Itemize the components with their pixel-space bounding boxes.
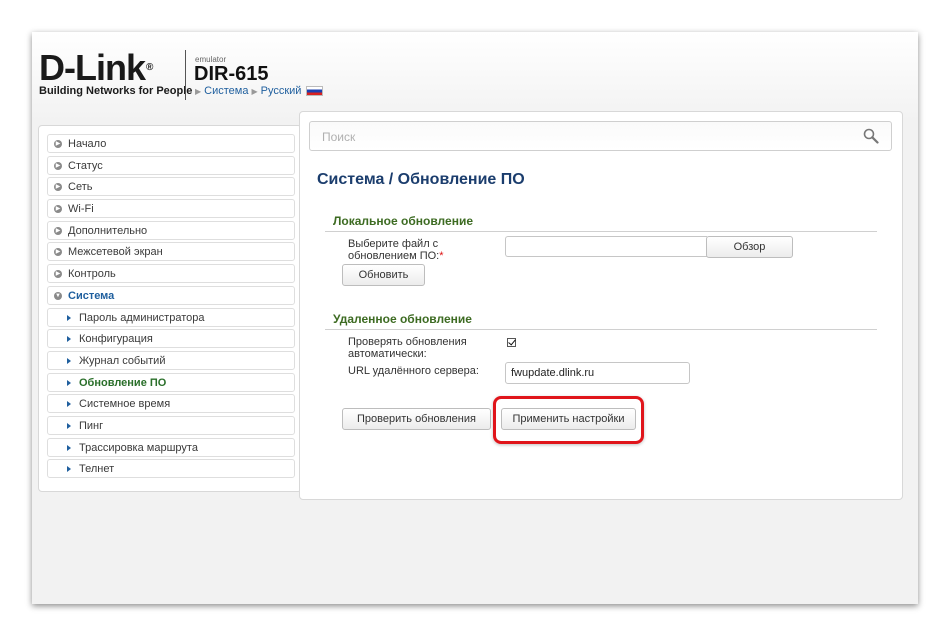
sidebar-item-13[interactable]: Пинг xyxy=(47,415,295,435)
sidebar-item-label: Пинг xyxy=(79,419,104,432)
expand-icon: ▶ xyxy=(54,161,62,170)
sidebar-item-3[interactable]: ▶ Wi-Fi xyxy=(47,199,295,219)
arrow-right-icon xyxy=(67,444,71,451)
sidebar-item-5[interactable]: ▶ Межсетевой экран xyxy=(47,242,295,262)
breadcrumb-system-link[interactable]: Система xyxy=(204,85,248,97)
logo-tagline: Building Networks for People xyxy=(39,85,193,97)
auto-check-checkbox[interactable] xyxy=(507,338,516,347)
arrow-right-icon xyxy=(67,466,71,473)
dlink-logo: D-Link® xyxy=(39,47,153,88)
file-select-label-line1: Выберите файл с xyxy=(348,238,439,250)
check-updates-button[interactable]: Проверить обновления xyxy=(342,408,491,430)
arrow-right-icon xyxy=(67,357,71,364)
remote-update-title: Удаленное обновление xyxy=(333,312,472,326)
sidebar-item-10[interactable]: Журнал событий xyxy=(47,350,295,370)
section-divider xyxy=(325,329,877,330)
registered-mark: ® xyxy=(146,62,153,73)
local-update-title: Локальное обновление xyxy=(333,214,473,228)
expand-icon: ▶ xyxy=(54,140,62,148)
browser-frame: D-Link® Building Networks for People emu… xyxy=(32,32,918,604)
expand-icon: ▶ xyxy=(54,248,62,257)
sidebar-item-label: Обновление ПО xyxy=(79,376,167,389)
file-select-label: Выберите файл с обновлением ПО:* xyxy=(348,238,444,262)
sidebar-item-label: Трассировка маршрута xyxy=(79,441,198,454)
breadcrumb-arrow-icon: ▶ xyxy=(251,86,258,96)
sidebar-item-label: Начало xyxy=(68,138,107,150)
auto-check-label: Проверять обновления автоматически: xyxy=(348,336,467,360)
arrow-right-icon xyxy=(67,401,71,408)
search-input[interactable] xyxy=(310,122,864,152)
sidebar-item-8[interactable]: Пароль администратора xyxy=(47,307,295,327)
auto-check-label-line2: автоматически: xyxy=(348,348,427,360)
auto-check-label-line1: Проверять обновления xyxy=(348,336,467,348)
sidebar-item-label: Статус xyxy=(68,159,103,172)
sidebar-item-label: Конфигурация xyxy=(79,333,153,346)
file-path-field[interactable] xyxy=(505,236,707,257)
update-button[interactable]: Обновить xyxy=(342,264,425,286)
file-select-label-line2: обновлением ПО: xyxy=(348,250,440,262)
sidebar-item-15[interactable]: Телнет xyxy=(47,459,295,479)
arrow-right-icon xyxy=(67,336,71,343)
main-panel: Система / Обновление ПО Локальное обновл… xyxy=(299,111,903,500)
sidebar-item-label: Системное время xyxy=(79,398,171,411)
sidebar-item-label: Телнет xyxy=(79,463,115,476)
sidebar-menu: ▶ Начало ▶ Статус ▶ Сеть ▶ Wi-Fi ▶ Дополнительно ▶… xyxy=(47,134,295,481)
expand-icon: ▶ xyxy=(54,226,62,235)
section-divider xyxy=(325,231,877,232)
sidebar-item-7[interactable]: ▼ Система xyxy=(47,285,295,305)
expand-icon: ▶ xyxy=(54,183,62,192)
expand-icon: ▶ xyxy=(54,270,62,279)
collapse-icon: ▼ xyxy=(54,291,62,300)
header-divider xyxy=(185,50,186,100)
sidebar-item-label: Контроль xyxy=(68,268,116,281)
sidebar-item-0[interactable]: ▶ Начало xyxy=(47,134,295,153)
logo-text: D-Link xyxy=(39,47,146,88)
sidebar-item-label: Журнал событий xyxy=(79,354,166,367)
required-mark: * xyxy=(439,250,444,262)
highlight-annotation xyxy=(493,396,644,444)
sidebar-item-label: Межсетевой экран xyxy=(68,246,163,259)
russian-flag-icon[interactable] xyxy=(306,86,324,96)
breadcrumb: ▶ Система ▶ Русский xyxy=(195,85,324,97)
header: D-Link® Building Networks for People emu… xyxy=(32,32,918,122)
arrow-right-icon xyxy=(67,422,71,429)
expand-icon: ▶ xyxy=(54,205,62,214)
sidebar-item-9[interactable]: Конфигурация xyxy=(47,329,295,349)
sidebar-item-11[interactable]: Обновление ПО xyxy=(47,372,295,392)
sidebar-item-label: Сеть xyxy=(68,181,93,194)
sidebar-item-4[interactable]: ▶ Дополнительно xyxy=(47,220,295,240)
page-title: Система / Обновление ПО xyxy=(317,171,525,188)
model-name: DIR-615 xyxy=(194,63,269,85)
sidebar-item-label: Дополнительно xyxy=(68,224,148,237)
sidebar-item-14[interactable]: Трассировка маршрута xyxy=(47,437,295,457)
search-icon[interactable] xyxy=(863,128,879,144)
sidebar-item-label: Система xyxy=(68,289,115,302)
sidebar-item-12[interactable]: Системное время xyxy=(47,394,295,414)
browse-button[interactable]: Обзор xyxy=(706,236,793,258)
breadcrumb-arrow-icon: ▶ xyxy=(195,86,202,96)
sidebar-item-6[interactable]: ▶ Контроль xyxy=(47,264,295,284)
sidebar: ▶ Начало ▶ Статус ▶ Сеть ▶ Wi-Fi ▶ Дополнительно ▶… xyxy=(38,125,302,492)
search-bar xyxy=(309,121,892,152)
sidebar-item-2[interactable]: ▶ Сеть xyxy=(47,177,295,197)
language-link[interactable]: Русский xyxy=(261,85,302,97)
sidebar-item-label: Wi-Fi xyxy=(68,203,94,216)
arrow-right-icon xyxy=(67,379,71,386)
server-url-input[interactable] xyxy=(505,362,690,384)
arrow-right-icon xyxy=(67,314,71,321)
sidebar-item-1[interactable]: ▶ Статус xyxy=(47,155,295,175)
sidebar-item-label: Пароль администратора xyxy=(79,311,205,324)
url-label: URL удалённого сервера: xyxy=(348,365,479,377)
